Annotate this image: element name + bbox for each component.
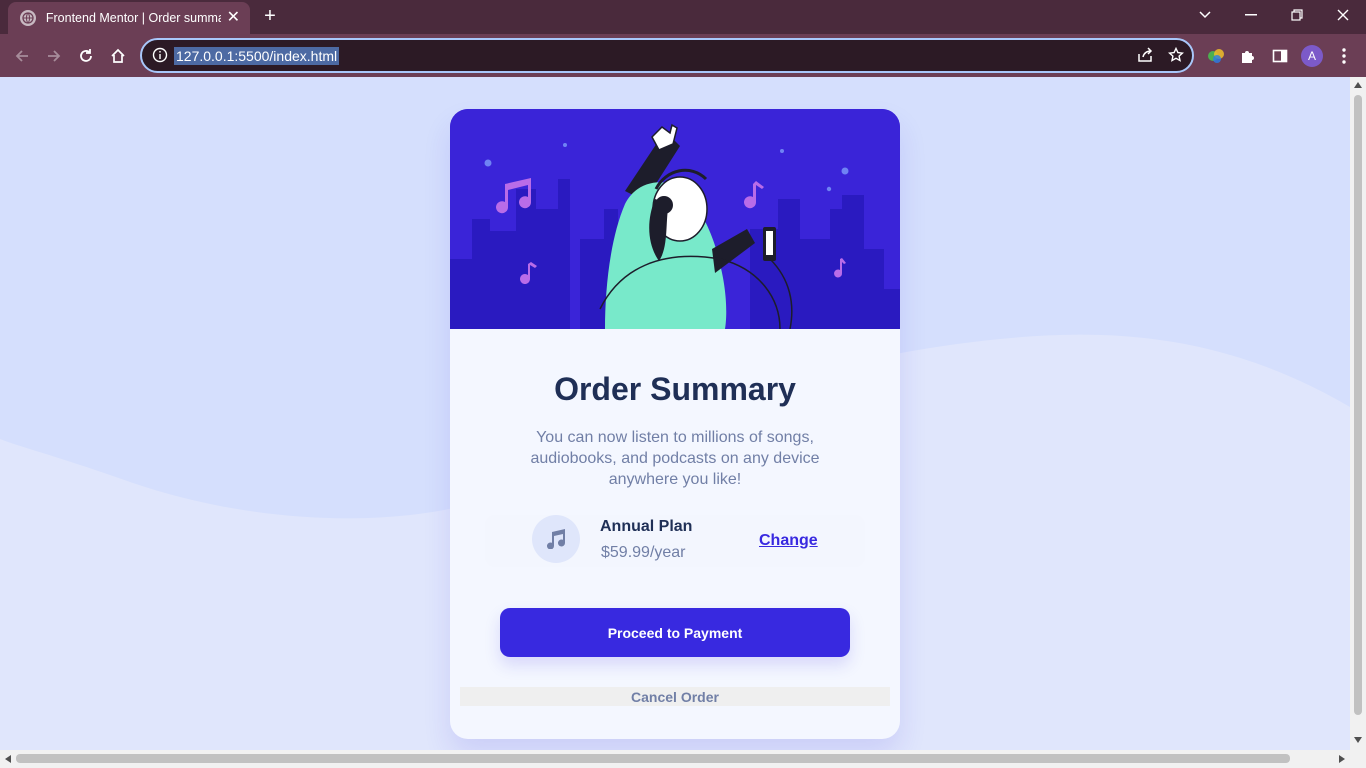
plan-summary: Annual Plan $59.99/year Change — [485, 515, 865, 567]
side-panel-icon[interactable] — [1268, 44, 1292, 68]
horizontal-scroll-thumb[interactable] — [16, 754, 1290, 763]
hero-illustration — [450, 109, 900, 329]
forward-icon[interactable] — [42, 44, 66, 68]
card-description: You can now listen to millions of songs,… — [530, 429, 820, 488]
tab-title: Frontend Mentor | Order summary — [45, 11, 221, 25]
bookmark-star-icon[interactable] — [1167, 46, 1185, 68]
scroll-right-icon[interactable] — [1339, 755, 1345, 763]
profile-avatar[interactable]: A — [1301, 45, 1323, 67]
minimize-icon[interactable] — [1228, 0, 1274, 30]
vertical-scrollbar[interactable] — [1350, 77, 1366, 750]
music-icon — [532, 515, 580, 563]
plan-price: $59.99/year — [601, 544, 686, 561]
browser-tab[interactable]: Frontend Mentor | Order summary ✕ — [8, 2, 250, 34]
plan-name: Annual Plan — [600, 518, 693, 535]
new-tab-button[interactable]: + — [260, 6, 280, 26]
extension-color-icon[interactable] — [1204, 44, 1228, 68]
scroll-down-icon[interactable] — [1354, 737, 1362, 743]
proceed-to-payment-button[interactable]: Proceed to Payment — [500, 608, 850, 657]
reload-icon[interactable] — [74, 44, 98, 68]
site-info-icon[interactable] — [152, 47, 168, 68]
menu-icon[interactable] — [1332, 44, 1356, 68]
tab-bar: Frontend Mentor | Order summary ✕ + — [0, 0, 1366, 34]
close-window-icon[interactable] — [1320, 0, 1366, 30]
restore-icon[interactable] — [1274, 0, 1320, 30]
puzzle-icon[interactable] — [1236, 44, 1260, 68]
home-icon[interactable] — [106, 44, 130, 68]
scroll-up-icon[interactable] — [1354, 82, 1362, 88]
horizontal-scrollbar[interactable] — [0, 750, 1366, 768]
close-tab-icon[interactable]: ✕ — [227, 10, 240, 26]
tab-search-icon[interactable] — [1182, 0, 1228, 30]
page-viewport: Order Summary You can now listen to mill… — [0, 77, 1350, 750]
cancel-order-button[interactable]: Cancel Order — [460, 687, 890, 706]
address-bar[interactable]: 127.0.0.1:5500/index.html — [140, 38, 1194, 73]
globe-icon — [20, 10, 36, 26]
share-icon[interactable] — [1136, 47, 1154, 68]
back-icon[interactable] — [10, 44, 34, 68]
url-text[interactable]: 127.0.0.1:5500/index.html — [174, 47, 340, 65]
change-plan-link[interactable]: Change — [759, 532, 818, 550]
vertical-scroll-thumb[interactable] — [1354, 95, 1362, 715]
order-summary-card: Order Summary You can now listen to mill… — [450, 109, 900, 739]
scroll-left-icon[interactable] — [5, 755, 11, 763]
card-heading: Order Summary — [554, 371, 796, 407]
